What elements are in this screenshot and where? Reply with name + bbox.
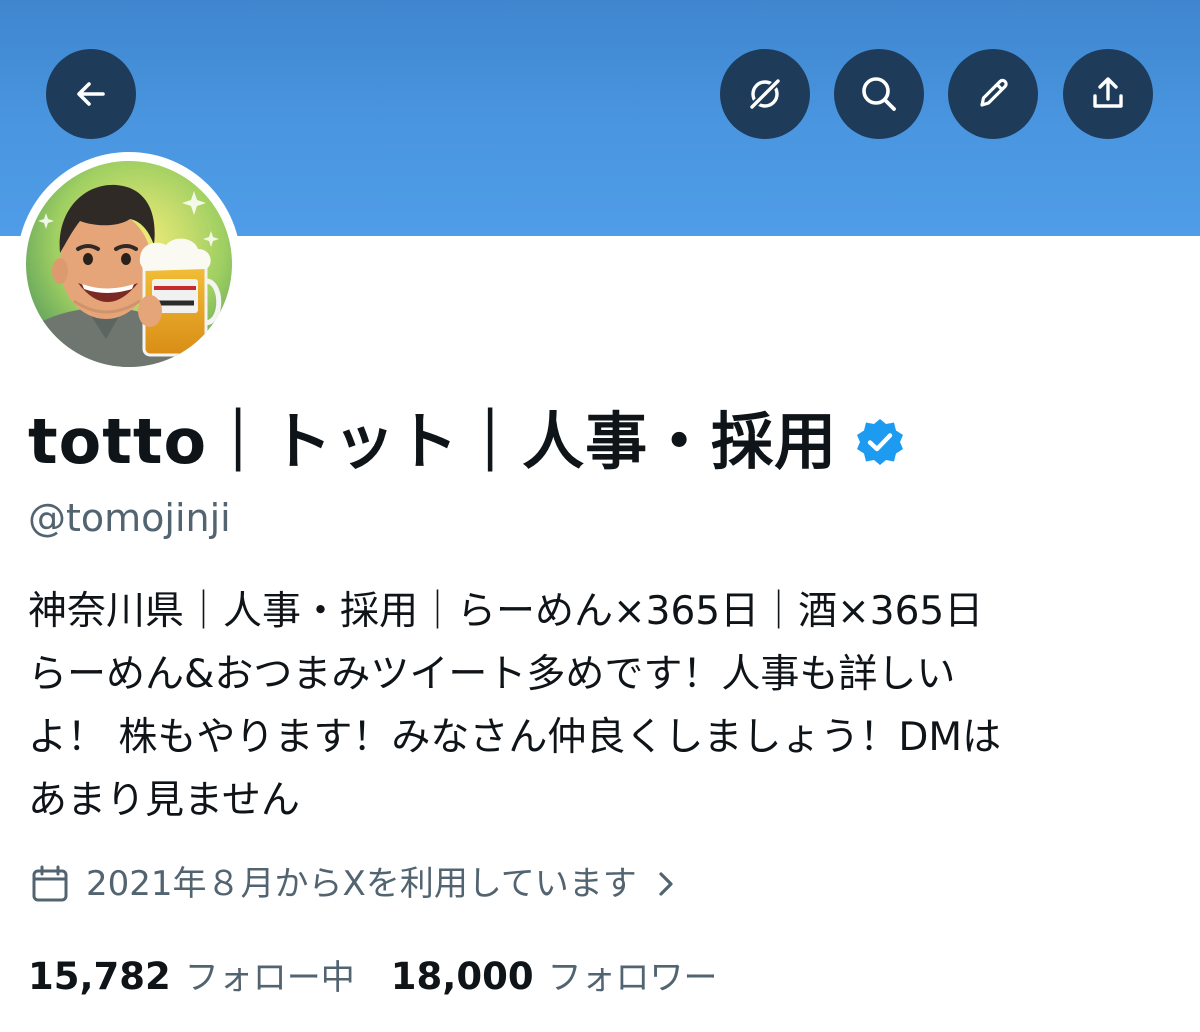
bio-line: あまり見ません: [28, 778, 300, 823]
grok-button[interactable]: [720, 49, 810, 139]
edit-button[interactable]: [948, 49, 1038, 139]
follow-stats: 15,782 フォロー中 18,000 フォロワー: [28, 946, 754, 1002]
share-upload-icon: [1093, 77, 1123, 108]
share-button[interactable]: [1063, 49, 1153, 139]
back-button[interactable]: [46, 49, 136, 139]
search-icon: [862, 77, 896, 111]
bio-line: らーめん&おつまみツイート多めです！人事も詳しい: [28, 652, 956, 697]
display-name: totto｜トット｜人事・採用: [28, 405, 838, 478]
profile-page: totto｜トット｜人事・採用 @tomojinji 神奈川県｜人事・採用｜らー…: [0, 0, 1200, 1032]
verified-badge-icon[interactable]: [855, 417, 905, 467]
search-button[interactable]: [834, 49, 924, 139]
grok-icon: [748, 77, 782, 111]
joined-date-text: 2021年８月からXを利用しています: [86, 864, 637, 904]
username-handle: @tomojinji: [28, 496, 231, 540]
calendar-icon: [32, 865, 68, 902]
joined-date-row[interactable]: 2021年８月からXを利用しています: [30, 860, 679, 908]
arrow-left-icon: [77, 82, 105, 106]
bio-line: よ！ 株もやります！みなさん仲良くしましょう！DMは: [28, 715, 1002, 760]
avatar[interactable]: [26, 161, 232, 367]
bio-line: 神奈川県｜人事・採用｜らーめん×365日｜酒×365日: [28, 589, 984, 634]
following-link[interactable]: 15,782 フォロー中: [28, 950, 355, 999]
followers-label: フォロワー: [547, 957, 718, 998]
following-count: 15,782: [28, 954, 171, 998]
followers-link[interactable]: 18,000 フォロワー: [391, 950, 718, 999]
pencil-icon: [980, 78, 1008, 107]
following-label: フォロー中: [184, 957, 355, 998]
chevron-right-icon: [659, 872, 673, 896]
display-name-row: totto｜トット｜人事・採用: [28, 402, 905, 482]
profile-bio: 神奈川県｜人事・採用｜らーめん×365日｜酒×365日 らーめん&おつまみツイー…: [28, 580, 1178, 832]
avatar-frame[interactable]: [17, 152, 241, 376]
followers-count: 18,000: [390, 954, 534, 998]
avatar-illustration: [26, 161, 232, 367]
